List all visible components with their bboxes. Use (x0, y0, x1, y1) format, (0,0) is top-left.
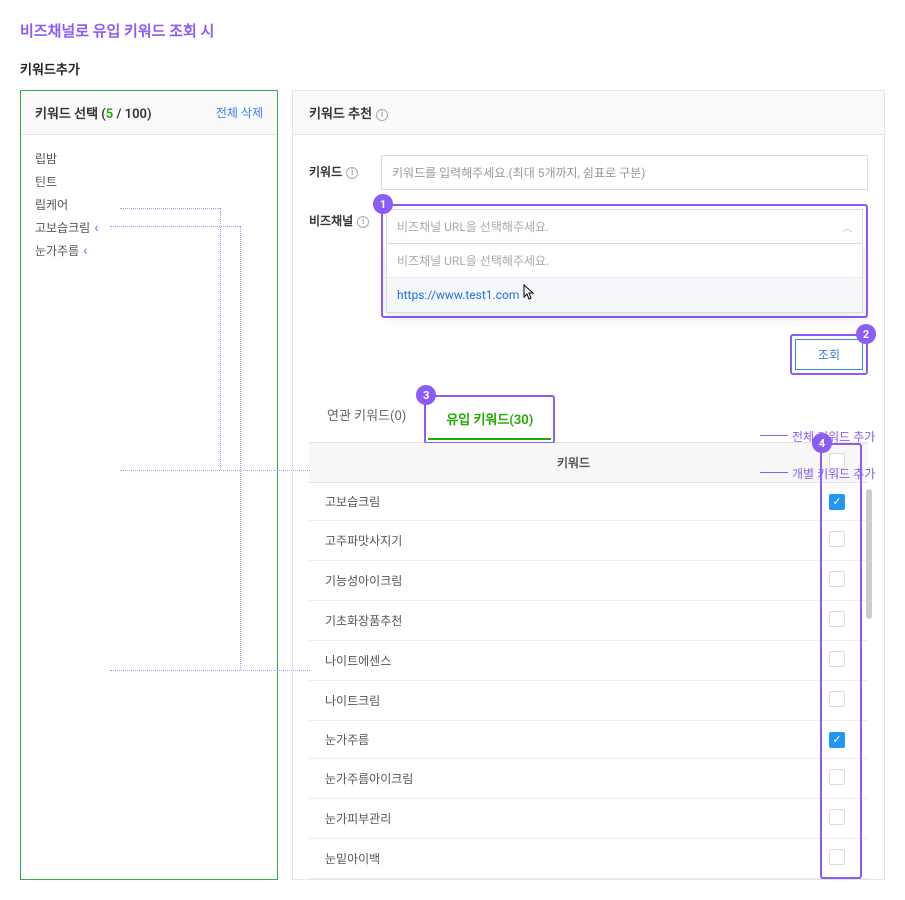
table-row: 고보습크림 ✓ (309, 483, 868, 521)
step-badge-1: 1 (373, 194, 393, 214)
dropdown-hint: 비즈채널 URL을 선택해주세요. (387, 244, 862, 278)
row-checkbox[interactable] (829, 809, 845, 825)
selected-keyword-list: 립밤 틴트 립케어 고보습크림 눈가주름 (21, 135, 277, 274)
table-row: 눈가주름 ✓ (309, 721, 868, 759)
info-icon[interactable]: i (346, 167, 358, 179)
annotation-single-add: 개별 키워드 추가 (792, 465, 875, 482)
keyword-input[interactable]: 키워드를 입력해주세요.(최대 5개까지, 쉼표로 구분) (381, 155, 868, 190)
row-checkbox[interactable] (829, 849, 845, 865)
row-checkbox[interactable] (829, 611, 845, 627)
row-checkbox[interactable] (829, 571, 845, 587)
bizchannel-select[interactable]: 비즈채널 URL을 선택해주세요. ︿ (386, 209, 863, 244)
page-title: 비즈채널로 유입 키워드 조회 시 (20, 20, 885, 41)
bizchannel-dropdown: 비즈채널 URL을 선택해주세요. https://www.test1.com (386, 244, 863, 313)
row-checkbox[interactable] (829, 531, 845, 547)
info-icon[interactable]: i (357, 216, 369, 228)
row-checkbox[interactable]: ✓ (829, 732, 845, 748)
selected-keywords-title: 키워드 선택 (5 / 100) (35, 103, 152, 122)
step-badge-2: 2 (856, 324, 876, 344)
list-item[interactable]: 틴트 (35, 170, 263, 193)
table-row: 나이트크림 (309, 681, 868, 721)
table-row: 고주파맛사지기 (309, 521, 868, 561)
keyword-recommendation-panel: 키워드 추천i 키워드i 키워드를 입력해주세요.(최대 5개까지, 쉼표로 구… (292, 90, 885, 880)
chevron-up-icon: ︿ (842, 219, 852, 234)
bizchannel-label: 비즈채널i (309, 204, 381, 229)
search-button[interactable]: 조회 (795, 339, 863, 370)
table-row: 나이트에센스 (309, 641, 868, 681)
list-item[interactable]: 립케어 (35, 193, 263, 216)
tab-related[interactable]: 연관 키워드(0) (309, 395, 424, 442)
row-checkbox[interactable] (829, 769, 845, 785)
tab-inflow[interactable]: 유입 키워드(30) (428, 399, 551, 440)
subtitle: 키워드추가 (20, 59, 885, 78)
annotation-all-add: 전체 키워드 추가 (792, 428, 875, 445)
keyword-label: 키워드i (309, 155, 381, 180)
column-keyword: 키워드 (325, 454, 822, 471)
table-row: 눈가피부관리 (309, 799, 868, 839)
table-row: 기초화장품추천 (309, 601, 868, 641)
scrollbar[interactable] (866, 489, 872, 619)
list-item[interactable]: 립밤 (35, 147, 263, 170)
info-icon[interactable]: i (376, 109, 388, 121)
row-checkbox[interactable]: ✓ (829, 494, 845, 510)
row-checkbox[interactable] (829, 691, 845, 707)
delete-all-button[interactable]: 전체 삭제 (216, 104, 263, 121)
row-checkbox[interactable] (829, 651, 845, 667)
list-item[interactable]: 눈가주름 (35, 239, 263, 262)
dropdown-option[interactable]: https://www.test1.com (387, 278, 862, 312)
table-row: 눈가주름아이크림 (309, 759, 868, 799)
table-row: 기능성아이크림 (309, 561, 868, 601)
table-row: 눈밑아이백 (309, 839, 868, 879)
recommendation-header: 키워드 추천i (293, 91, 884, 135)
table-header: 키워드 (309, 443, 868, 483)
cursor-icon (519, 284, 535, 306)
list-item[interactable]: 고보습크림 (35, 216, 263, 239)
